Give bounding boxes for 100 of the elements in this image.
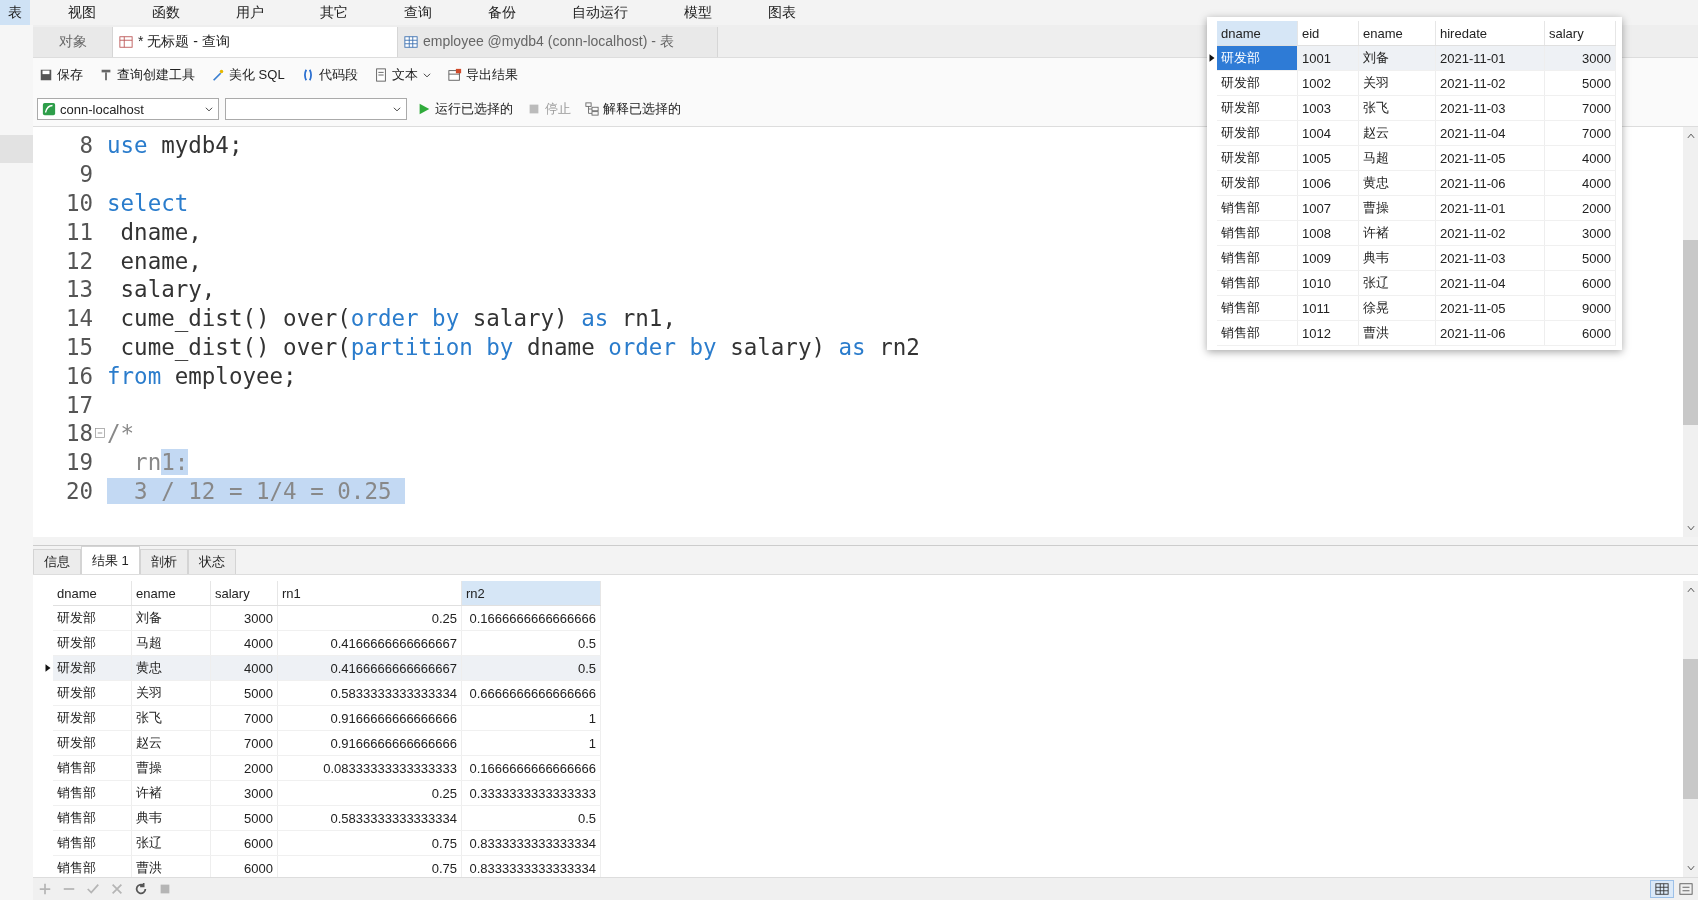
table-cell: 0.1666666666666666 [461,755,601,781]
line-number: 9 [78,161,93,188]
table-cell: 9000 [1544,295,1616,321]
menu-item[interactable]: 其它 [312,0,356,25]
line-number: 8 [78,132,93,159]
table-cell: 销售部 [1217,195,1298,221]
column-header[interactable]: dname [53,581,132,606]
column-header[interactable]: eid [1297,21,1359,46]
line-number: 11 [64,218,93,245]
row-pointer-icon [1207,52,1217,63]
table-cell: 0.5 [461,805,601,831]
scrollbar[interactable] [1683,581,1698,877]
table-cell: 1007 [1297,195,1359,221]
table-cell: 1001 [1297,45,1359,71]
tab[interactable]: 结果 1 [81,546,140,574]
menu-item[interactable]: 用户 [228,0,272,25]
table-cell: 0.5833333333333334 [277,805,462,831]
column-header[interactable]: salary [1544,21,1616,46]
connection-select[interactable]: conn-localhost [37,98,219,120]
table-cell: 0.9166666666666666 [277,730,462,756]
table-cell: 7000 [1544,95,1616,121]
table-cell: 曹洪 [1358,320,1436,346]
table-cell: 徐晃 [1358,295,1436,321]
code-line: select [107,190,189,216]
database-select[interactable] [225,98,407,120]
table-cell: 1009 [1297,245,1359,271]
close-icon [110,882,124,896]
toolbar-button[interactable]: 文本 [371,64,434,86]
column-header[interactable]: dname [1217,21,1298,46]
table-cell: 赵云 [131,730,211,756]
view-mode-button[interactable] [1650,880,1674,898]
menu-item[interactable]: 模型 [676,0,720,25]
table-cell: 2021-11-01 [1435,195,1545,221]
table-cell: 刘备 [131,605,211,631]
tab[interactable]: 状态 [187,549,236,574]
column-header[interactable]: hiredate [1435,21,1545,46]
save-icon [39,68,53,82]
table-cell: 马超 [1358,145,1436,171]
table-cell: 4000 [210,630,278,656]
toolbar-button[interactable]: 解释已选择的 [581,98,685,120]
caret-icon [421,70,432,80]
table-cell: 典韦 [131,805,211,831]
line-number: 17 [64,391,93,418]
table-cell: 0.1666666666666666 [461,605,601,631]
menu-item[interactable]: 函数 [144,0,188,25]
table-cell: 3000 [1544,45,1616,71]
table-cell: 研发部 [1217,70,1298,96]
table-cell: 0.25 [277,780,462,806]
menu-item[interactable]: 视图 [60,0,104,25]
column-header[interactable]: ename [131,581,211,606]
tab[interactable]: 对象 [33,27,113,57]
column-header[interactable]: rn2 [461,581,601,606]
toolbar-button[interactable]: 美化 SQL [209,64,287,86]
table-cell: 1 [461,730,601,756]
table-cell: 4000 [1544,145,1616,171]
chevron-down-icon [1685,863,1696,873]
table-cell: 研发部 [53,630,132,656]
table-cell: 2021-11-02 [1435,220,1545,246]
toolbar-button[interactable]: 保存 [37,64,85,86]
toolbar-button[interactable]: 运行已选择的 [413,98,517,120]
column-header[interactable]: rn1 [277,581,462,606]
table-cell: 7000 [210,705,278,731]
table-cell: 2021-11-04 [1435,120,1545,146]
table-cell: 2021-11-06 [1435,320,1545,346]
table-cell: 5000 [1544,70,1616,96]
tab[interactable]: employee @mydb4 (conn-localhost) - 表 [398,27,718,57]
tab[interactable]: 信息 [33,549,81,574]
toolbar-button[interactable]: 查询创建工具 [97,64,197,86]
toolbar-button[interactable]: 代码段 [298,64,360,86]
table-cell: 2021-11-04 [1435,270,1545,296]
table-cell: 研发部 [53,605,132,631]
line-number: 12 [64,247,93,274]
table-cell: 关羽 [1358,70,1436,96]
column-header[interactable]: ename [1358,21,1436,46]
tab[interactable]: 剖析 [139,549,188,574]
menu-item[interactable]: 表 [0,0,30,25]
line-number: 16 [64,362,93,389]
table-cell: 0.3333333333333333 [461,780,601,806]
magic-wand-icon [211,68,225,82]
tab[interactable]: * 无标题 - 查询 [113,27,398,57]
table-cell: 2000 [1544,195,1616,221]
play-icon [417,102,431,116]
grid-view-icon [1655,882,1669,896]
panel-handle[interactable] [0,135,33,163]
table-icon [404,35,418,49]
code-line: /* [107,420,135,447]
menu-item[interactable]: 查询 [396,0,440,25]
table-cell: 5000 [210,805,278,831]
scrollbar[interactable] [1683,127,1698,537]
table-cell: 张飞 [1358,95,1436,121]
menu-item[interactable]: 备份 [480,0,524,25]
column-header[interactable]: salary [210,581,278,606]
table-cell: 4000 [210,655,278,681]
menu-item[interactable]: 自动运行 [564,0,636,25]
splitter-bar[interactable] [33,537,1698,546]
table-cell: 3000 [210,780,278,806]
menu-item[interactable]: 图表 [760,0,804,25]
table-cell: 2021-11-03 [1435,95,1545,121]
toolbar-button[interactable]: 导出结果 [445,64,520,86]
plus-icon [38,882,52,896]
